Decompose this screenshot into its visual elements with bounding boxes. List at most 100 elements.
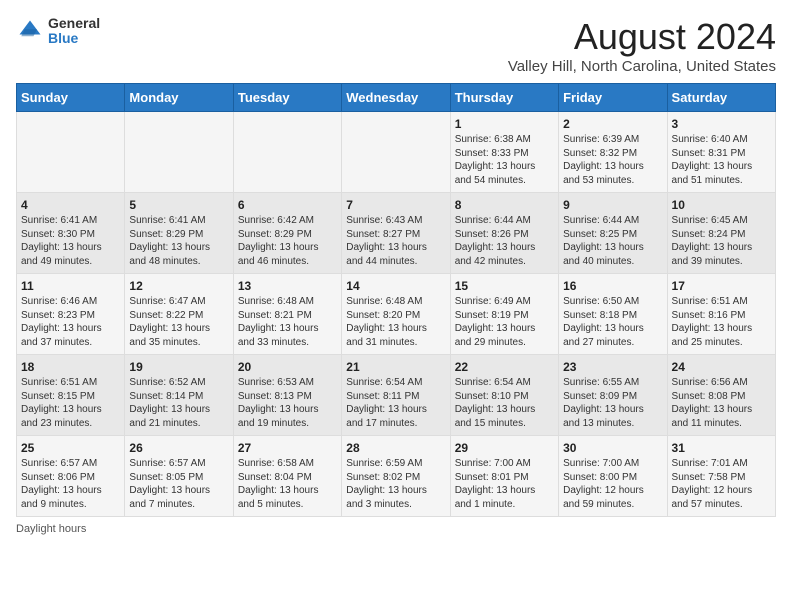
day-cell: 27Sunrise: 6:58 AM Sunset: 8:04 PM Dayli… <box>233 436 341 517</box>
week-row-1: 4 Sunrise: 6:41 AM Sunset: 8:30 PM Daylig… <box>17 193 776 274</box>
day-info: Sunrise: 6:53 AM Sunset: 8:13 PM Dayligh… <box>238 376 337 430</box>
day-cell: 14 Sunrise: 6:48 AM Sunset: 8:20 PM Dayli… <box>342 274 450 355</box>
day-cell: 15Sunrise: 6:49 AM Sunset: 8:19 PM Dayli… <box>450 274 558 355</box>
col-saturday: Saturday <box>667 84 775 112</box>
day-cell: 25 Sunrise: 6:57 AM Sunset: 8:06 PM Dayli… <box>17 436 125 517</box>
day-cell: 30 Sunrise: 7:00 AM Sunset: 8:00 PM Dayli… <box>559 436 667 517</box>
day-cell: 18 Sunrise: 6:51 AM Sunset: 8:15 PM Dayli… <box>17 355 125 436</box>
day-info: Sunrise: 6:44 AM Sunset: 8:25 PM Dayligh… <box>563 214 662 268</box>
col-tuesday: Tuesday <box>233 84 341 112</box>
day-number: 14 <box>346 279 445 293</box>
day-info: Sunrise: 6:44 AM Sunset: 8:26 PM Dayligh… <box>455 214 554 268</box>
day-info: Sunrise: 6:55 AM Sunset: 8:09 PM Dayligh… <box>563 376 662 430</box>
day-number: 4 <box>21 198 120 212</box>
day-number: 29 <box>455 441 554 455</box>
day-cell: 4 Sunrise: 6:41 AM Sunset: 8:30 PM Daylig… <box>17 193 125 274</box>
col-monday: Monday <box>125 84 233 112</box>
day-info: Sunrise: 6:50 AM Sunset: 8:18 PM Dayligh… <box>563 295 662 349</box>
logo-icon <box>16 17 44 45</box>
day-number: 6 <box>238 198 337 212</box>
day-cell: 19 Sunrise: 6:52 AM Sunset: 8:14 PM Dayli… <box>125 355 233 436</box>
day-info: Sunrise: 6:45 AM Sunset: 8:24 PM Dayligh… <box>672 214 771 268</box>
day-info: Sunrise: 6:57 AM Sunset: 8:05 PM Dayligh… <box>129 457 228 511</box>
day-number: 19 <box>129 360 228 374</box>
header-row: Sunday Monday Tuesday Wednesday Thursday… <box>17 84 776 112</box>
day-info: Sunrise: 6:39 AM Sunset: 8:32 PM Dayligh… <box>563 133 662 187</box>
logo: General Blue <box>16 16 100 47</box>
day-number: 23 <box>563 360 662 374</box>
day-number: 8 <box>455 198 554 212</box>
day-number: 12 <box>129 279 228 293</box>
day-number: 26 <box>129 441 228 455</box>
day-number: 28 <box>346 441 445 455</box>
day-number: 25 <box>21 441 120 455</box>
logo-general: General <box>48 16 100 31</box>
day-info: Sunrise: 7:01 AM Sunset: 7:58 PM Dayligh… <box>672 457 771 511</box>
day-info: Sunrise: 6:48 AM Sunset: 8:21 PM Dayligh… <box>238 295 337 349</box>
day-cell: 13 Sunrise: 6:48 AM Sunset: 8:21 PM Dayli… <box>233 274 341 355</box>
day-cell: 31Sunrise: 7:01 AM Sunset: 7:58 PM Dayli… <box>667 436 775 517</box>
day-number: 21 <box>346 360 445 374</box>
week-row-2: 11 Sunrise: 6:46 AM Sunset: 8:23 PM Dayli… <box>17 274 776 355</box>
day-cell <box>17 112 125 193</box>
col-wednesday: Wednesday <box>342 84 450 112</box>
day-number: 30 <box>563 441 662 455</box>
day-info: Sunrise: 6:51 AM Sunset: 8:16 PM Dayligh… <box>672 295 771 349</box>
day-cell: 29 Sunrise: 7:00 AM Sunset: 8:01 PM Dayli… <box>450 436 558 517</box>
day-cell: 28Sunrise: 6:59 AM Sunset: 8:02 PM Dayli… <box>342 436 450 517</box>
day-cell: 20Sunrise: 6:53 AM Sunset: 8:13 PM Dayli… <box>233 355 341 436</box>
day-cell: 5Sunrise: 6:41 AM Sunset: 8:29 PM Daylig… <box>125 193 233 274</box>
footer: Daylight hours <box>16 523 776 535</box>
day-cell <box>125 112 233 193</box>
day-number: 24 <box>672 360 771 374</box>
calendar-header: Sunday Monday Tuesday Wednesday Thursday… <box>17 84 776 112</box>
day-info: Sunrise: 7:00 AM Sunset: 8:00 PM Dayligh… <box>563 457 662 511</box>
day-number: 10 <box>672 198 771 212</box>
day-cell: 24Sunrise: 6:56 AM Sunset: 8:08 PM Dayli… <box>667 355 775 436</box>
day-number: 2 <box>563 117 662 131</box>
day-info: Sunrise: 6:54 AM Sunset: 8:11 PM Dayligh… <box>346 376 445 430</box>
week-row-0: 1Sunrise: 6:38 AM Sunset: 8:33 PM Daylig… <box>17 112 776 193</box>
day-number: 9 <box>563 198 662 212</box>
day-number: 18 <box>21 360 120 374</box>
day-info: Sunrise: 7:00 AM Sunset: 8:01 PM Dayligh… <box>455 457 554 511</box>
day-info: Sunrise: 6:41 AM Sunset: 8:30 PM Dayligh… <box>21 214 120 268</box>
day-cell: 7 Sunrise: 6:43 AM Sunset: 8:27 PM Daylig… <box>342 193 450 274</box>
day-info: Sunrise: 6:46 AM Sunset: 8:23 PM Dayligh… <box>21 295 120 349</box>
day-info: Sunrise: 6:52 AM Sunset: 8:14 PM Dayligh… <box>129 376 228 430</box>
header: General Blue August 2024 Valley Hill, No… <box>16 16 776 75</box>
day-number: 3 <box>672 117 771 131</box>
day-cell: 16 Sunrise: 6:50 AM Sunset: 8:18 PM Dayli… <box>559 274 667 355</box>
col-friday: Friday <box>559 84 667 112</box>
title-area: August 2024 Valley Hill, North Carolina,… <box>508 16 776 75</box>
day-info: Sunrise: 6:48 AM Sunset: 8:20 PM Dayligh… <box>346 295 445 349</box>
day-cell <box>342 112 450 193</box>
day-cell: 12 Sunrise: 6:47 AM Sunset: 8:22 PM Dayli… <box>125 274 233 355</box>
main-title: August 2024 <box>508 16 776 58</box>
day-cell: 6Sunrise: 6:42 AM Sunset: 8:29 PM Daylig… <box>233 193 341 274</box>
day-info: Sunrise: 6:58 AM Sunset: 8:04 PM Dayligh… <box>238 457 337 511</box>
day-info: Sunrise: 6:57 AM Sunset: 8:06 PM Dayligh… <box>21 457 120 511</box>
day-number: 16 <box>563 279 662 293</box>
day-number: 11 <box>21 279 120 293</box>
subtitle: Valley Hill, North Carolina, United Stat… <box>508 58 776 75</box>
day-info: Sunrise: 6:47 AM Sunset: 8:22 PM Dayligh… <box>129 295 228 349</box>
day-number: 7 <box>346 198 445 212</box>
day-number: 13 <box>238 279 337 293</box>
day-info: Sunrise: 6:41 AM Sunset: 8:29 PM Dayligh… <box>129 214 228 268</box>
logo-blue: Blue <box>48 31 100 46</box>
col-sunday: Sunday <box>17 84 125 112</box>
day-cell: 11 Sunrise: 6:46 AM Sunset: 8:23 PM Dayli… <box>17 274 125 355</box>
calendar-table: Sunday Monday Tuesday Wednesday Thursday… <box>16 83 776 517</box>
week-row-3: 18 Sunrise: 6:51 AM Sunset: 8:15 PM Dayli… <box>17 355 776 436</box>
day-info: Sunrise: 6:43 AM Sunset: 8:27 PM Dayligh… <box>346 214 445 268</box>
day-cell: 2 Sunrise: 6:39 AM Sunset: 8:32 PM Daylig… <box>559 112 667 193</box>
day-info: Sunrise: 6:40 AM Sunset: 8:31 PM Dayligh… <box>672 133 771 187</box>
day-number: 17 <box>672 279 771 293</box>
day-info: Sunrise: 6:51 AM Sunset: 8:15 PM Dayligh… <box>21 376 120 430</box>
daylight-hours-label: Daylight hours <box>16 523 86 535</box>
day-number: 1 <box>455 117 554 131</box>
day-cell: 8 Sunrise: 6:44 AM Sunset: 8:26 PM Daylig… <box>450 193 558 274</box>
day-number: 15 <box>455 279 554 293</box>
day-cell: 9 Sunrise: 6:44 AM Sunset: 8:25 PM Daylig… <box>559 193 667 274</box>
